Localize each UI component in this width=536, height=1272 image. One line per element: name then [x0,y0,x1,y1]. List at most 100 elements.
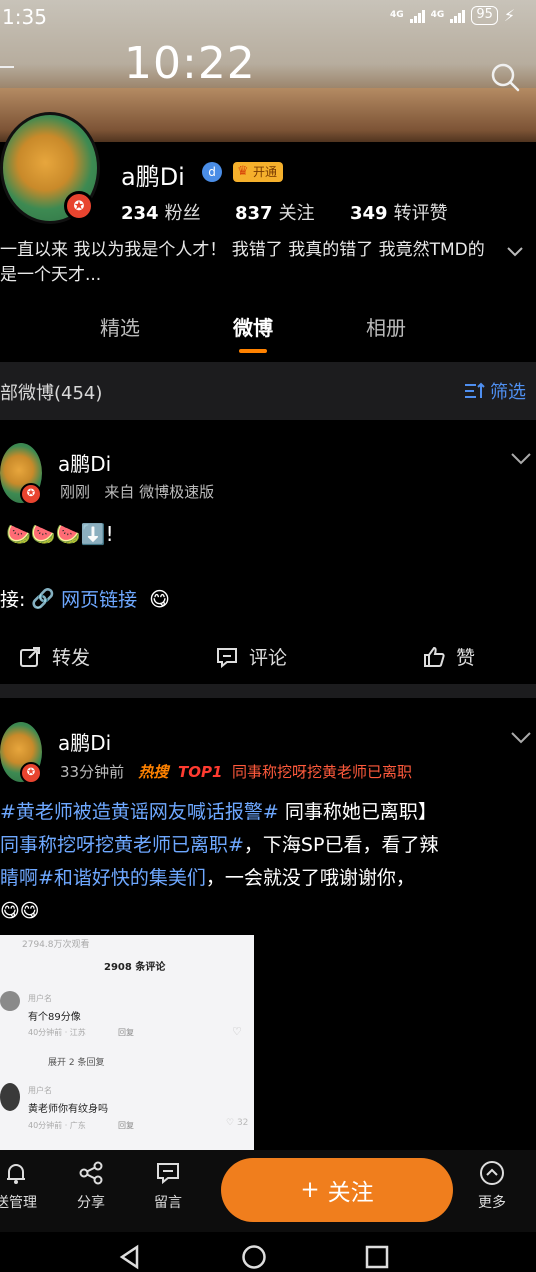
image-c2-meta: 40分钟前 · 广东 [28,1121,86,1130]
manage-button[interactable]: 送管理 [0,1160,46,1212]
more-icon [480,1161,504,1185]
nav-home-icon[interactable] [241,1244,267,1270]
system-nav-bar [0,1232,536,1272]
charging-icon: ⚡ [503,6,516,25]
nav-back-icon[interactable] [117,1244,143,1270]
share-button[interactable]: 分享 [61,1160,121,1212]
filter-icon [465,382,485,398]
search-icon[interactable] [490,62,520,92]
fans-count: 234 [121,203,159,224]
repost-icon [20,646,40,667]
topic-link[interactable]: 同事称挖呀挖黄老师已离职# [0,834,244,856]
topic-link[interactable]: #黄老师被造黄谣网友喊话报警# [0,801,279,823]
post-link-row: 接: 🔗 网页链接 😋 [0,585,170,612]
tab-featured[interactable]: 精选 [100,312,140,341]
repost-button[interactable]: 转发 [18,643,90,670]
post-menu-chevron-icon[interactable] [510,452,532,466]
image-c2-text: 黄老师你有纹身吗 [28,1104,108,1115]
message-button[interactable]: 留言 [138,1160,198,1212]
top-tag: TOP1 [177,763,223,781]
share-icon [79,1161,103,1185]
profile-name: a鹏Di [121,163,185,191]
signal-icon [409,9,425,23]
post-author[interactable]: a鹏Di [58,448,111,477]
link-prefix: 接: [0,589,26,611]
post-image[interactable]: 2794.8万次观看 2908 条评论 用户名 有个89分像 40分钟前 · 江… [0,935,254,1150]
weibo-count: 部微博(454) [0,383,103,404]
vip-badge[interactable]: 开通 [233,162,284,182]
fans-stat[interactable]: 234 粉丝 [121,199,201,225]
link-icon: 🔗 [31,588,56,610]
thumbs-up-icon [424,646,445,667]
message-icon [157,1163,179,1185]
image-avatar [0,991,20,1011]
image-c1-text: 有个89分像 [28,1012,81,1023]
image-views: 2794.8万次观看 [22,940,90,950]
web-link[interactable]: 网页链接 [61,585,137,612]
status-indicators: 4G 4G 95 ⚡ [390,6,515,25]
chevron-down-icon[interactable] [506,242,524,260]
post-text: 🍉🍉🍉⬇️! [6,522,114,546]
repost-label: 转发 [52,647,91,669]
repost-label: 转评赞 [393,203,448,224]
network-label: 4G [390,10,404,20]
verified-icon: d [202,162,222,182]
emoji-icon: 😋😋 [0,900,40,922]
post-author[interactable]: a鹏Di [58,727,111,756]
tab-weibo[interactable]: 微博 [233,312,273,341]
hot-topic[interactable]: 同事称挖呀挖黄老师已离职 [232,763,412,781]
post-time: 刚刚 [60,483,91,501]
image-heart-icon: ♡ [232,1025,242,1038]
fans-label: 粉丝 [164,203,201,224]
emoji-icon: 😋 [149,586,170,611]
status-time: 1:35 [2,5,47,29]
image-avatar [0,1083,20,1111]
filter-button[interactable]: 筛选 [464,378,526,404]
tab-album[interactable]: 相册 [366,312,406,341]
bell-icon [7,1164,25,1184]
more-button[interactable]: 更多 [462,1160,522,1212]
repost-count: 349 [350,203,388,224]
message-label: 留言 [154,1195,182,1211]
follow-label: 关注 [278,203,315,224]
image-c1-meta: 40分钟前 · 江苏 [28,1028,86,1037]
comment-button[interactable]: 评论 [215,643,287,670]
hot-search-tag[interactable]: 热搜 [138,763,168,781]
comment-icon [217,647,237,668]
post-avatar-badge-icon: ✪ [20,483,42,505]
network-label-2: 4G [430,10,445,20]
follow-count: 837 [235,203,273,224]
image-comment-count: 2908 条评论 [104,962,166,973]
avatar-badge-icon: ✪ [64,191,94,221]
post-source: 来自 微博极速版 [104,483,215,501]
image-c1-user: 用户名 [28,994,52,1003]
repost-stat[interactable]: 349 转评赞 [350,199,448,225]
nav-recents-icon[interactable] [364,1244,390,1270]
tab-indicator [239,349,267,353]
share-label: 分享 [77,1195,105,1211]
image-c2-reply: 回复 [118,1121,134,1130]
post-meta: 刚刚 来自 微博极速版 [60,481,214,502]
topic-link[interactable]: 睛啊#和谐好快的集美们 [0,867,206,889]
post-menu-chevron-icon[interactable] [510,731,532,745]
follow-label: 关注 [327,1180,374,1206]
overlay-clock: 10:22 [124,38,256,89]
text-segment: 同事称她已离职】 [278,801,437,823]
post-meta: 33分钟前 热搜 TOP1 同事称挖呀挖黄老师已离职 [60,761,412,782]
battery-icon: 95 [471,6,498,25]
follow-button[interactable]: + 关注 [221,1158,453,1222]
post-text: #黄老师被造黄谣网友喊话报警# 同事称她已离职】 同事称挖呀挖黄老师已离职#，下… [0,796,536,928]
more-label: 更多 [478,1195,506,1211]
text-segment: ，一会就没了哦谢谢你， [205,867,415,889]
image-c2-user: 用户名 [28,1086,52,1095]
back-arrow-icon[interactable] [0,66,14,68]
filter-label: 筛选 [490,382,526,403]
plus-icon: + [300,1177,320,1203]
image-c2-likes: ♡ 32 [226,1118,249,1128]
text-segment: ，下海SP已看，看了辣 [243,834,439,856]
manage-label: 送管理 [0,1195,37,1211]
follow-stat[interactable]: 837 关注 [235,199,315,225]
comment-label: 评论 [249,647,288,669]
post-time: 33分钟前 [60,763,125,781]
like-button[interactable]: 赞 [422,643,475,670]
